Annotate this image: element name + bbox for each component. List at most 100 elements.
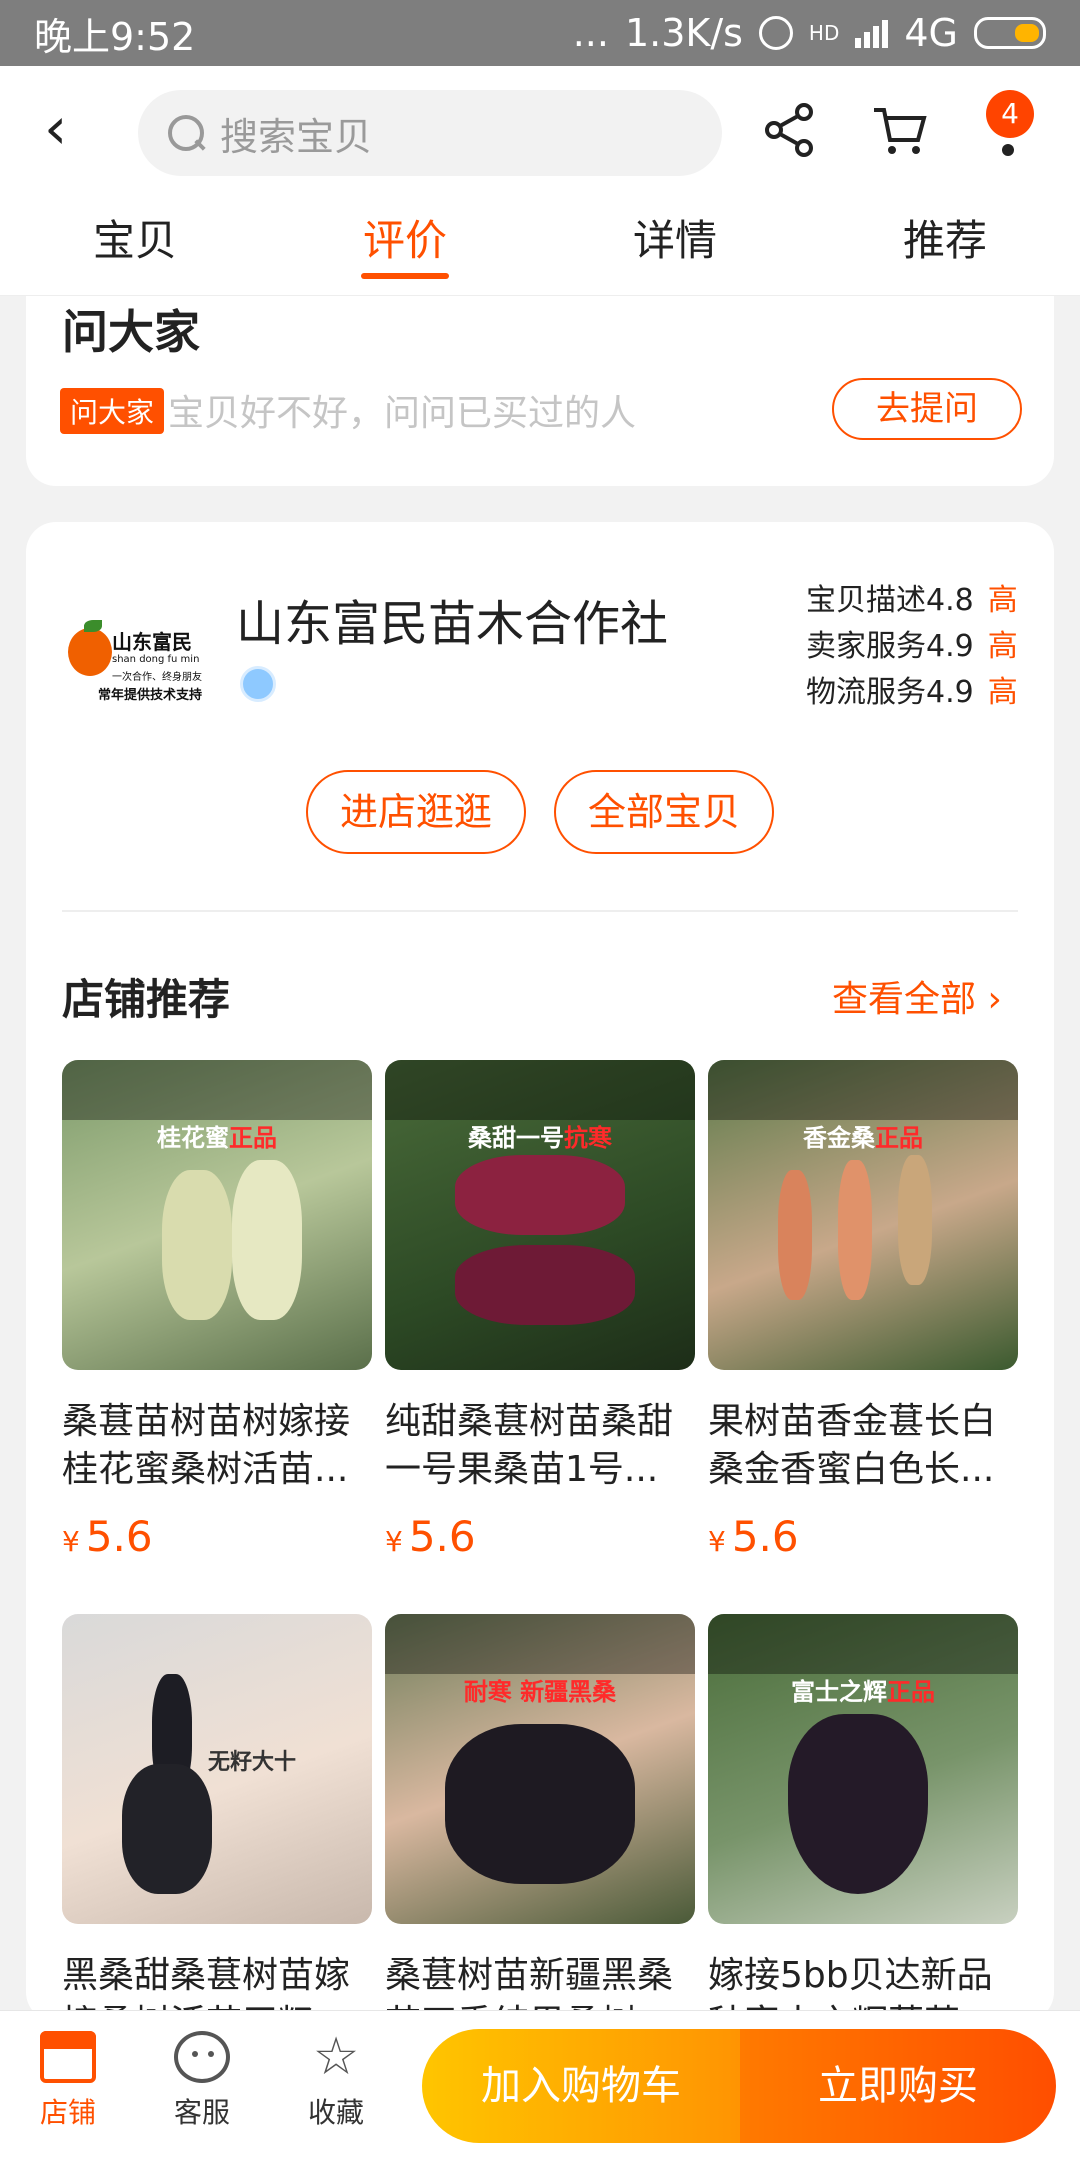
divider bbox=[62, 910, 1018, 912]
product-price: ¥5.6 bbox=[62, 1512, 372, 1574]
image-label: 香金桑正品 bbox=[708, 1118, 1018, 1153]
product-card[interactable]: 桂花蜜正品 桑葚苗树苗树嫁接桂花蜜桑树活苗... ¥5.6 bbox=[62, 1060, 372, 1574]
product-card[interactable]: 桑甜一号抗寒 纯甜桑葚树苗桑甜一号果桑苗1号... ¥5.6 bbox=[385, 1060, 695, 1574]
image-label: 富士之辉正品 bbox=[708, 1672, 1018, 1707]
search-placeholder: 搜索宝贝 bbox=[220, 114, 373, 159]
product-image[interactable]: 香金桑正品 bbox=[708, 1060, 1018, 1370]
product-image[interactable]: 桂花蜜正品 bbox=[62, 1060, 372, 1370]
logo-sub: shan dong fu min bbox=[112, 654, 200, 665]
product-image[interactable]: 无籽大十 bbox=[62, 1614, 372, 1924]
status-right: ... 1.3K/s HD 4G bbox=[573, 11, 1046, 55]
shop-card: 山东富民 shan dong fu min 一次合作、终身朋友 常年提供技术支持… bbox=[26, 522, 1054, 2044]
tab-reviews[interactable]: 评价 bbox=[270, 196, 540, 295]
logo-line2: 一次合作、终身朋友 bbox=[112, 672, 202, 683]
rating-level: 高 bbox=[987, 629, 1018, 664]
store-button[interactable]: 店铺 bbox=[8, 2011, 128, 2160]
all-items-button[interactable]: 全部宝贝 bbox=[554, 770, 774, 854]
mulberry-shape bbox=[455, 1155, 625, 1235]
customer-service-button[interactable]: 客服 bbox=[142, 2011, 262, 2160]
image-banner bbox=[708, 1060, 1018, 1120]
customer-service-icon bbox=[174, 2031, 230, 2083]
search-input[interactable]: 搜索宝贝 bbox=[138, 90, 722, 176]
product-image[interactable]: 桑甜一号抗寒 bbox=[385, 1060, 695, 1370]
network-type: 4G bbox=[904, 11, 958, 55]
cart-icon[interactable] bbox=[870, 100, 930, 160]
top-navigation: ‹ 搜索宝贝 4 bbox=[0, 66, 1080, 196]
image-banner bbox=[385, 1614, 695, 1674]
rating-level: 高 bbox=[987, 675, 1018, 710]
more-menu-icon[interactable] bbox=[1002, 144, 1014, 156]
mulberry-shape bbox=[445, 1724, 635, 1884]
currency-symbol: ¥ bbox=[385, 1525, 403, 1558]
bottom-action-bar: 店铺 客服 ☆ 收藏 加入购物车 立即购买 bbox=[0, 2010, 1080, 2160]
product-grid: 桂花蜜正品 桑葚苗树苗树嫁接桂花蜜桑树活苗... ¥5.6 桑甜一号抗寒 纯甜桑… bbox=[62, 1060, 1018, 2128]
product-image[interactable]: 耐寒 新疆黑桑 bbox=[385, 1614, 695, 1924]
product-title[interactable]: 纯甜桑葚树苗桑甜一号果桑苗1号... bbox=[385, 1398, 695, 1494]
mulberry-shape bbox=[162, 1170, 232, 1320]
star-icon: ☆ bbox=[312, 2027, 360, 2087]
shop-logo[interactable]: 山东富民 shan dong fu min 一次合作、终身朋友 常年提供技术支持 bbox=[62, 612, 202, 732]
recommend-title: 店铺推荐 bbox=[62, 975, 231, 1024]
status-time: 晚上9:52 bbox=[34, 14, 196, 59]
currency-symbol: ¥ bbox=[708, 1525, 726, 1558]
logo-line3: 常年提供技术支持 bbox=[98, 688, 203, 703]
image-banner bbox=[708, 1614, 1018, 1674]
rating-label: 物流服务4.9 bbox=[806, 675, 974, 710]
image-label-tag: 正品 bbox=[887, 1678, 935, 1706]
shop-buttons: 进店逛逛 全部宝贝 bbox=[26, 770, 1054, 854]
tab-item[interactable]: 宝贝 bbox=[0, 196, 270, 295]
leaf-logo-icon bbox=[84, 620, 102, 632]
price-value: 5.6 bbox=[408, 1512, 476, 1561]
ask-title: 问大家 bbox=[62, 305, 200, 359]
ask-hint[interactable]: 宝贝好不好，问问已买过的人 bbox=[168, 384, 636, 436]
price-value: 5.6 bbox=[85, 1512, 153, 1561]
mulberry-shape bbox=[455, 1245, 635, 1325]
alarm-icon bbox=[758, 16, 793, 50]
grape-cluster-shape bbox=[788, 1714, 928, 1894]
rating-level: 高 bbox=[987, 583, 1018, 618]
buy-now-button[interactable]: 立即购买 bbox=[740, 2029, 1056, 2143]
crown-badge-icon bbox=[240, 666, 276, 702]
enter-shop-button[interactable]: 进店逛逛 bbox=[306, 770, 526, 854]
cart-count-badge[interactable]: 4 bbox=[986, 90, 1034, 138]
image-label-text: 无籽大十 bbox=[207, 1750, 296, 1775]
image-banner bbox=[385, 1060, 695, 1120]
rating-label: 宝贝描述4.8 bbox=[806, 583, 974, 618]
rating-row: 卖家服务4.9 高 bbox=[806, 624, 1018, 670]
image-label-tag: 正品 bbox=[229, 1124, 277, 1152]
product-title[interactable]: 果树苗香金葚长白桑金香蜜白色长... bbox=[708, 1398, 1018, 1494]
price-value: 5.6 bbox=[731, 1512, 799, 1561]
ask-tag: 问大家 bbox=[60, 388, 165, 434]
shop-name[interactable]: 山东富民苗木合作社 bbox=[236, 584, 668, 654]
tab-recommend[interactable]: 推荐 bbox=[810, 196, 1080, 295]
image-label-text: 富士之辉 bbox=[791, 1678, 887, 1706]
rating-label: 卖家服务4.9 bbox=[806, 629, 974, 664]
status-bar: 晚上9:52 ... 1.3K/s HD 4G bbox=[0, 0, 1080, 66]
view-all-link[interactable]: 查看全部 › bbox=[832, 970, 1002, 1022]
ask-question-button[interactable]: 去提问 bbox=[832, 378, 1022, 440]
service-label: 客服 bbox=[173, 2096, 230, 2129]
image-label: 桂花蜜正品 bbox=[62, 1118, 372, 1153]
store-label: 店铺 bbox=[39, 2096, 96, 2129]
mulberry-shape bbox=[778, 1170, 812, 1300]
back-chevron-icon[interactable]: ‹ bbox=[44, 98, 104, 158]
product-title[interactable]: 桑葚苗树苗树嫁接桂花蜜桑树活苗... bbox=[62, 1398, 372, 1494]
product-card[interactable]: 香金桑正品 果树苗香金葚长白桑金香蜜白色长... ¥5.6 bbox=[708, 1060, 1018, 1574]
image-label: 耐寒 新疆黑桑 bbox=[385, 1672, 695, 1707]
favorite-button[interactable]: ☆ 收藏 bbox=[276, 2011, 396, 2160]
add-to-cart-button[interactable]: 加入购物车 bbox=[422, 2029, 740, 2143]
orange-logo-icon bbox=[68, 628, 112, 676]
ask-card: 问大家 问大家 宝贝好不好，问问已买过的人 去提问 bbox=[26, 296, 1054, 486]
product-image[interactable]: 富士之辉正品 bbox=[708, 1614, 1018, 1924]
hd-label: HD bbox=[808, 21, 840, 45]
logo-title: 山东富民 bbox=[112, 630, 192, 654]
share-icon[interactable] bbox=[760, 100, 820, 160]
tab-bar: 宝贝 评价 详情 推荐 bbox=[0, 196, 1080, 296]
status-dots: ... bbox=[572, 11, 609, 55]
image-label-text: 桂花蜜 bbox=[157, 1124, 229, 1152]
currency-symbol: ¥ bbox=[62, 1525, 80, 1558]
tab-details[interactable]: 详情 bbox=[540, 196, 810, 295]
mulberry-shape bbox=[122, 1764, 212, 1894]
rating-row: 物流服务4.9 高 bbox=[806, 670, 1018, 716]
image-label-tag: 正品 bbox=[875, 1124, 923, 1152]
